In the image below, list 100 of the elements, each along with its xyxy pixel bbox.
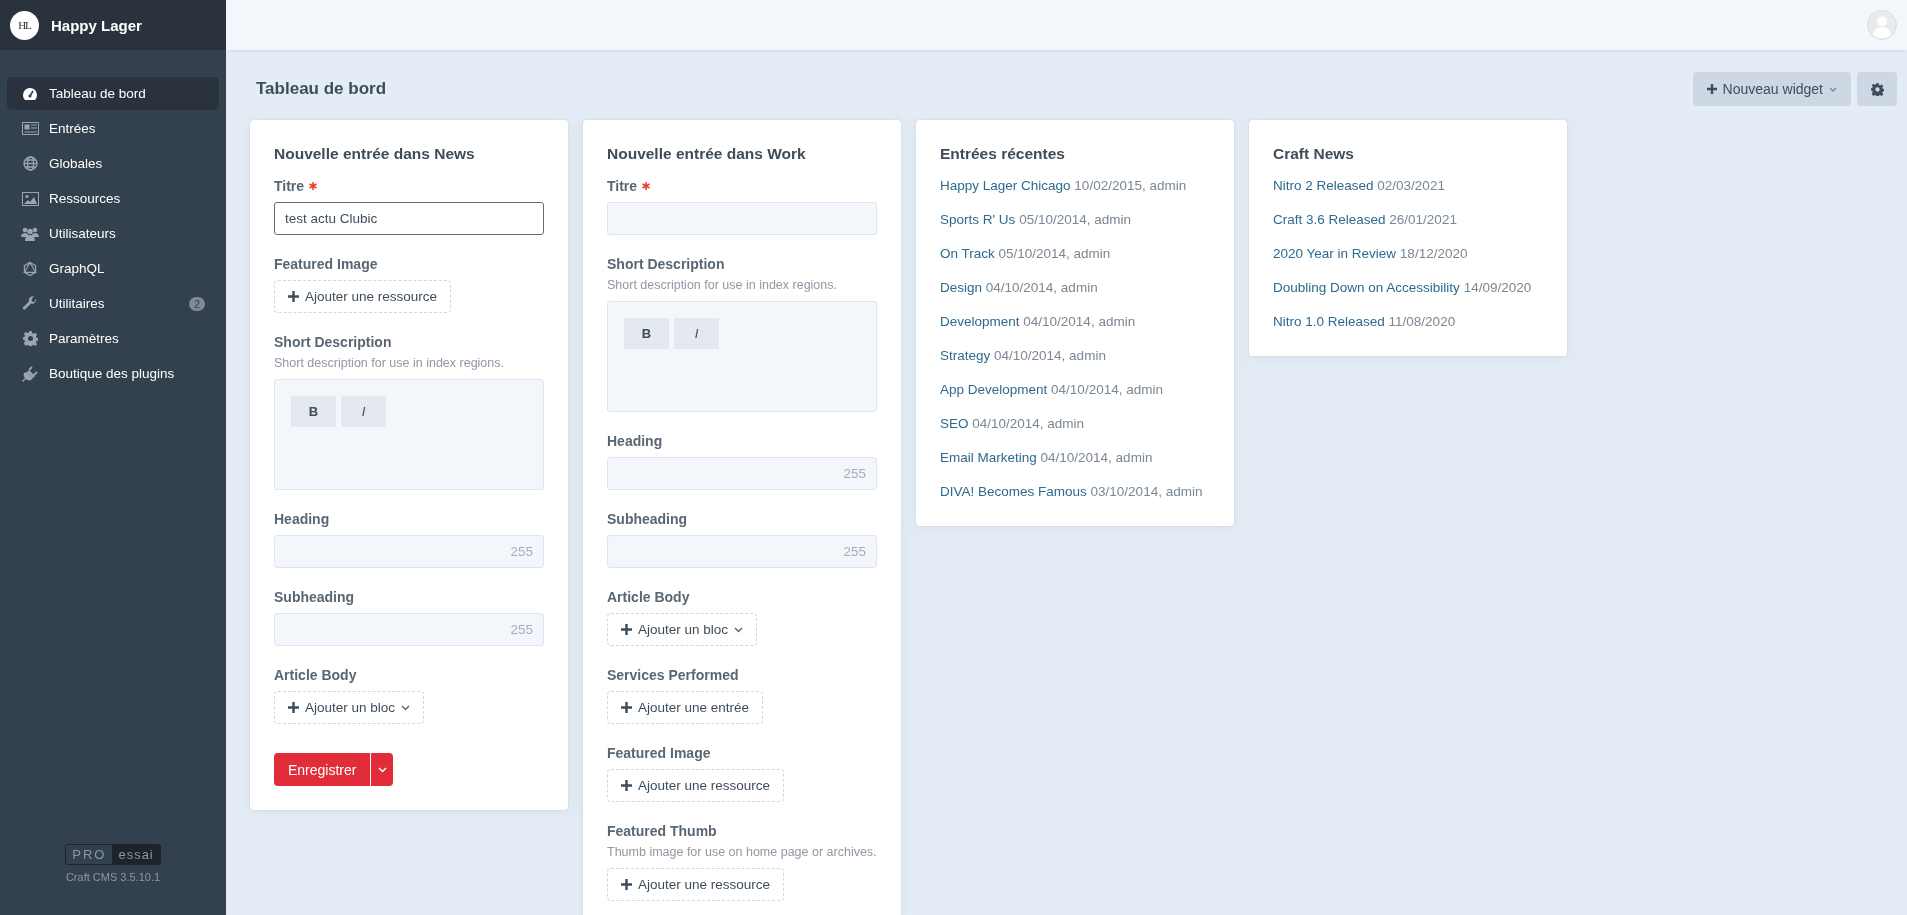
- plus-icon: [288, 291, 299, 302]
- rich-text-editor[interactable]: B I: [274, 379, 544, 490]
- entry-link[interactable]: Development: [940, 314, 1020, 329]
- widget-title: Nouvelle entrée dans News: [274, 144, 476, 164]
- dashboard-icon: [22, 86, 38, 101]
- entry-link[interactable]: Design: [940, 280, 983, 295]
- nav-item[interactable]: Utilitaires 2: [7, 287, 219, 320]
- field-label: Featured Thumb: [607, 822, 717, 841]
- add-button[interactable]: Ajouter un bloc: [274, 691, 425, 724]
- entry-link[interactable]: Email Marketing: [940, 450, 1037, 465]
- entry-meta: 04/10/2014, admin: [985, 280, 1098, 295]
- edition-label: PRO: [71, 846, 108, 864]
- entry-link[interactable]: Sports R' Us: [940, 212, 1016, 227]
- entry-link[interactable]: Craft 3.6 Released: [1273, 212, 1386, 227]
- entry-link[interactable]: 2020 Year in Review: [1273, 246, 1397, 261]
- newspaper-icon: [21, 122, 39, 135]
- entry-meta: 11/08/2020: [1388, 314, 1456, 329]
- entry-link[interactable]: Nitro 2 Released: [1273, 178, 1374, 193]
- add-button[interactable]: Ajouter une ressource: [607, 769, 785, 802]
- site-logo[interactable]: HL: [10, 10, 39, 40]
- nav-item[interactable]: Boutique des plugins: [7, 357, 219, 390]
- character-counter: 255: [843, 466, 866, 481]
- site-name[interactable]: Happy Lager: [51, 16, 142, 34]
- plus-icon: [621, 624, 632, 635]
- character-counter: 255: [510, 622, 533, 637]
- nav-item[interactable]: GraphQL: [7, 252, 219, 285]
- plus-icon: [1706, 84, 1717, 94]
- field-label: Heading: [607, 432, 663, 451]
- caret-icon: [377, 766, 387, 773]
- plus-icon: [621, 879, 632, 890]
- nav-label: Entrées: [49, 121, 97, 136]
- add-button[interactable]: Ajouter un bloc: [607, 613, 758, 646]
- entry-link[interactable]: SEO: [940, 416, 969, 431]
- caret-icon: [734, 626, 744, 633]
- entry-meta: 14/09/2020: [1463, 280, 1532, 295]
- entry-link[interactable]: DIVA! Becomes Famous: [940, 484, 1087, 499]
- entry-meta: 04/10/2014, admin: [1040, 450, 1153, 465]
- nav-item[interactable]: Ressources: [7, 182, 219, 215]
- nav-item[interactable]: Globales: [7, 147, 219, 180]
- nav-label: Utilitaires: [49, 296, 106, 311]
- plug-icon: [21, 365, 39, 382]
- widget-title: Nouvelle entrée dans Work: [607, 144, 807, 164]
- add-button[interactable]: Ajouter une ressource: [607, 868, 785, 901]
- nav-label: Globales: [49, 156, 104, 171]
- field-label: Article Body: [274, 666, 357, 685]
- entry-link[interactable]: Strategy: [940, 348, 991, 363]
- entry-link[interactable]: On Track: [940, 246, 995, 261]
- italic-button[interactable]: I: [674, 318, 719, 349]
- entry-meta: 18/12/2020: [1399, 246, 1468, 261]
- character-counter: 255: [843, 544, 866, 559]
- entry-meta: 04/10/2014, admin: [972, 416, 1085, 431]
- text-field[interactable]: test actu Clubic: [274, 202, 544, 235]
- field-label: Heading: [274, 510, 330, 529]
- nav-item[interactable]: Utilisateurs: [7, 217, 219, 250]
- plus-icon: [621, 702, 632, 713]
- add-button[interactable]: Ajouter une ressource: [274, 280, 452, 313]
- text-field[interactable]: [607, 202, 877, 235]
- settings-button[interactable]: [1857, 72, 1897, 106]
- field-label: Short Description: [274, 333, 392, 352]
- italic-button[interactable]: I: [341, 396, 386, 427]
- settings-icon: [1870, 82, 1884, 96]
- bold-button[interactable]: B: [291, 396, 336, 427]
- entry-meta: 04/10/2014, admin: [994, 348, 1106, 363]
- entry-link[interactable]: Doubling Down on Accessibility: [1273, 280, 1460, 295]
- entry-link[interactable]: Nitro 1.0 Released: [1273, 314, 1385, 329]
- rich-text-editor[interactable]: B I: [607, 301, 877, 412]
- field-value: test actu Clubic: [285, 211, 378, 226]
- nav-label: Paramètres: [49, 331, 120, 346]
- users-icon: [21, 226, 39, 241]
- nav-item[interactable]: Tableau de bord: [7, 77, 219, 110]
- add-button[interactable]: Ajouter une entrée: [607, 691, 764, 724]
- nav-item[interactable]: Paramètres: [7, 322, 219, 355]
- widget-title: Craft News: [1273, 144, 1355, 164]
- entry-meta: 03/10/2014, admin: [1090, 484, 1203, 499]
- page-title: Tableau de bord: [256, 79, 388, 99]
- entry-meta: 02/03/2021: [1377, 178, 1445, 193]
- nav-label: GraphQL: [49, 261, 106, 276]
- nav-label: Ressources: [49, 191, 122, 206]
- nav-label: Boutique des plugins: [49, 366, 176, 381]
- character-counter: 255: [510, 544, 533, 559]
- new-widget-button[interactable]: Nouveau widget: [1692, 72, 1851, 106]
- widget-title: Entrées récentes: [940, 144, 1066, 164]
- entry-meta: 04/10/2014, admin: [1023, 314, 1136, 329]
- field-label: Short Description: [607, 255, 725, 274]
- nav-label: Utilisateurs: [49, 226, 117, 241]
- field-label: Featured Image: [607, 744, 711, 763]
- nav-item[interactable]: Entrées: [7, 112, 219, 145]
- globe-icon: [22, 156, 38, 171]
- save-button[interactable]: Enregistrer: [274, 753, 371, 786]
- entry-link[interactable]: App Development: [940, 382, 1048, 397]
- menu-button[interactable]: [371, 753, 394, 786]
- field-label: Subheading: [607, 510, 688, 529]
- bold-button[interactable]: B: [624, 318, 669, 349]
- entry-meta: 04/10/2014, admin: [1051, 382, 1163, 397]
- entry-link[interactable]: Happy Lager Chicago: [940, 178, 1071, 193]
- caret-icon: [401, 704, 411, 711]
- entry-meta: 10/02/2015, admin: [1074, 178, 1187, 193]
- field-instructions: Short description for use in index regions.: [607, 277, 838, 294]
- field-instructions: Thumb image for use on home page or archives.: [607, 844, 877, 861]
- version-text: Craft CMS 3.5.10.1: [65, 871, 161, 883]
